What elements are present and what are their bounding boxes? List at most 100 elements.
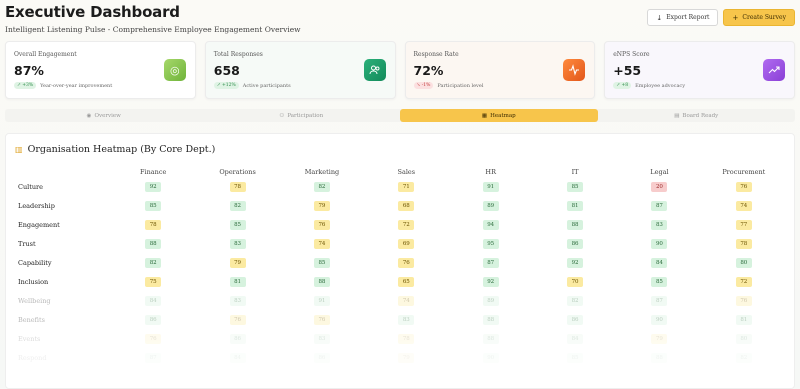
heatmap-cell[interactable]: 77 <box>735 219 752 230</box>
heatmap-cell[interactable]: 85 <box>651 276 668 287</box>
heatmap-cell[interactable]: 74 <box>398 295 415 306</box>
heatmap-cell[interactable]: 71 <box>398 181 415 192</box>
heatmap-cell[interactable]: 72 <box>735 276 752 287</box>
heatmap-cell-container: 92 <box>533 253 617 272</box>
heatmap-cell[interactable]: 72 <box>398 219 415 230</box>
heatmap-cell-container: 90 <box>617 234 701 253</box>
heatmap-cell[interactable]: 78 <box>145 219 162 230</box>
heatmap-cell[interactable]: 86 <box>567 238 584 249</box>
heatmap-cell-container: 76 <box>364 253 448 272</box>
heatmap-cell[interactable]: 88 <box>313 276 330 287</box>
heatmap-cell[interactable]: 89 <box>482 200 499 211</box>
row-label: Capability <box>18 258 52 267</box>
heatmap-cell[interactable]: 92 <box>567 257 584 268</box>
heatmap-cell[interactable]: 95 <box>482 238 499 249</box>
heatmap-cell-container: 74 <box>364 291 448 310</box>
heatmap-cell-container: 82 <box>280 177 364 196</box>
heatmap-cell[interactable]: 84 <box>651 257 668 268</box>
heatmap-cell[interactable]: 88 <box>567 219 584 230</box>
heatmap-cell[interactable]: 82 <box>567 295 584 306</box>
heatmap-cell[interactable]: 84 <box>145 295 162 306</box>
document-icon: ▤ <box>674 112 680 119</box>
create-survey-button[interactable]: + Create Survey <box>723 9 795 26</box>
heatmap-cell[interactable]: 76 <box>229 314 246 325</box>
heatmap-cell[interactable]: 85 <box>567 181 584 192</box>
heatmap-cell[interactable]: 79 <box>229 257 246 268</box>
column-header: IT <box>571 167 579 176</box>
column-header: Finance <box>140 167 167 176</box>
heatmap-cell[interactable]: 88 <box>145 238 162 249</box>
heatmap-cell[interactable]: 90 <box>651 314 668 325</box>
heatmap-cell[interactable]: 76 <box>313 219 330 230</box>
heatmap-cell[interactable]: 91 <box>482 181 499 192</box>
heatmap-cell[interactable]: 89 <box>482 295 499 306</box>
heatmap-cell[interactable]: 81 <box>735 314 752 325</box>
tab-heatmap[interactable]: ▦ Heatmap <box>400 109 598 122</box>
heatmap-cell[interactable]: 82 <box>313 181 330 192</box>
heatmap-cell-container: 88 <box>449 310 533 329</box>
heatmap-cell[interactable]: 74 <box>735 200 752 211</box>
heatmap-cell[interactable]: 86 <box>567 314 584 325</box>
heatmap-cell[interactable]: 79 <box>313 200 330 211</box>
heatmap-cell[interactable]: 68 <box>398 200 415 211</box>
heatmap-cell[interactable]: 20 <box>651 181 668 192</box>
kpi-card-response-rate: Response Rate 72% ↘ -1% Participation le… <box>404 41 596 99</box>
heatmap-cell-container: 85 <box>617 272 701 291</box>
heatmap-cell[interactable]: 86 <box>145 314 162 325</box>
heatmap-cell[interactable]: 88 <box>482 314 499 325</box>
heatmap-cell-container: 88 <box>280 272 364 291</box>
heatmap-cell-container: 78 <box>111 215 195 234</box>
kpi-delta-badge: ↗ +3% <box>14 82 37 89</box>
heatmap-cell[interactable]: 94 <box>482 219 499 230</box>
heatmap-cell[interactable]: 76 <box>735 181 752 192</box>
heatmap-cell[interactable]: 87 <box>482 257 499 268</box>
heatmap-cell[interactable]: 85 <box>313 257 330 268</box>
heatmap-cell[interactable]: 92 <box>145 181 162 192</box>
heatmap-cell[interactable]: 82 <box>229 200 246 211</box>
heatmap-cell[interactable]: 75 <box>145 276 162 287</box>
heatmap-cell[interactable]: 76 <box>313 314 330 325</box>
heatmap-cell[interactable]: 65 <box>398 276 415 287</box>
kpi-label: Response Rate <box>413 51 459 58</box>
heatmap-cell-container: 87 <box>449 253 533 272</box>
heatmap-cell-container: 82 <box>195 196 279 215</box>
heatmap-cell-container: 80 <box>702 253 786 272</box>
table-row: Trust 88 83 74 69 95 86 90 78 <box>16 234 786 253</box>
heatmap-cell-container: 84 <box>617 253 701 272</box>
heatmap-cell[interactable]: 83 <box>398 314 415 325</box>
table-row: Leadership 85 82 79 68 89 81 87 74 <box>16 196 786 215</box>
heatmap-cell[interactable]: 81 <box>229 276 246 287</box>
heatmap-cell[interactable]: 85 <box>145 200 162 211</box>
export-report-label: Export Report <box>666 14 710 21</box>
heatmap-cell[interactable]: 78 <box>229 181 246 192</box>
heatmap-cell[interactable]: 87 <box>651 200 668 211</box>
heatmap-cell-container: 88 <box>533 215 617 234</box>
heatmap-cell[interactable]: 70 <box>567 276 584 287</box>
heatmap-cell[interactable]: 80 <box>735 257 752 268</box>
heatmap-cell[interactable]: 91 <box>313 295 330 306</box>
heatmap-cell-container: 81 <box>195 272 279 291</box>
heatmap-cell[interactable]: 92 <box>482 276 499 287</box>
heatmap-cell[interactable]: 87 <box>651 295 668 306</box>
export-report-button[interactable]: ⤓ Export Report <box>647 9 719 26</box>
tab-participation[interactable]: ⚇ Participation <box>203 109 401 122</box>
heatmap-cell[interactable]: 82 <box>145 257 162 268</box>
heatmap-cell[interactable]: 76 <box>398 257 415 268</box>
heatmap-cell[interactable]: 83 <box>229 295 246 306</box>
heatmap-cell-container: 77 <box>702 215 786 234</box>
heatmap-cell[interactable]: 81 <box>567 200 584 211</box>
heatmap-cell[interactable]: 90 <box>651 238 668 249</box>
row-label: Inclusion <box>18 277 49 286</box>
heatmap-cell[interactable]: 69 <box>398 238 415 249</box>
row-label: Leadership <box>18 201 55 210</box>
heatmap-cell[interactable]: 85 <box>229 219 246 230</box>
heatmap-cell[interactable]: 78 <box>735 238 752 249</box>
heatmap-cell-container: 83 <box>195 234 279 253</box>
heatmap-cell[interactable]: 83 <box>229 238 246 249</box>
heatmap-cell[interactable]: 83 <box>651 219 668 230</box>
heatmap-cell[interactable]: 74 <box>313 238 330 249</box>
heatmap-cell[interactable]: 76 <box>735 295 752 306</box>
tab-board-ready[interactable]: ▤ Board Ready <box>598 109 796 122</box>
tab-overview[interactable]: ◉ Overview <box>5 109 203 122</box>
table-row: Wellbeing 84 83 91 74 89 82 87 76 <box>16 291 786 310</box>
